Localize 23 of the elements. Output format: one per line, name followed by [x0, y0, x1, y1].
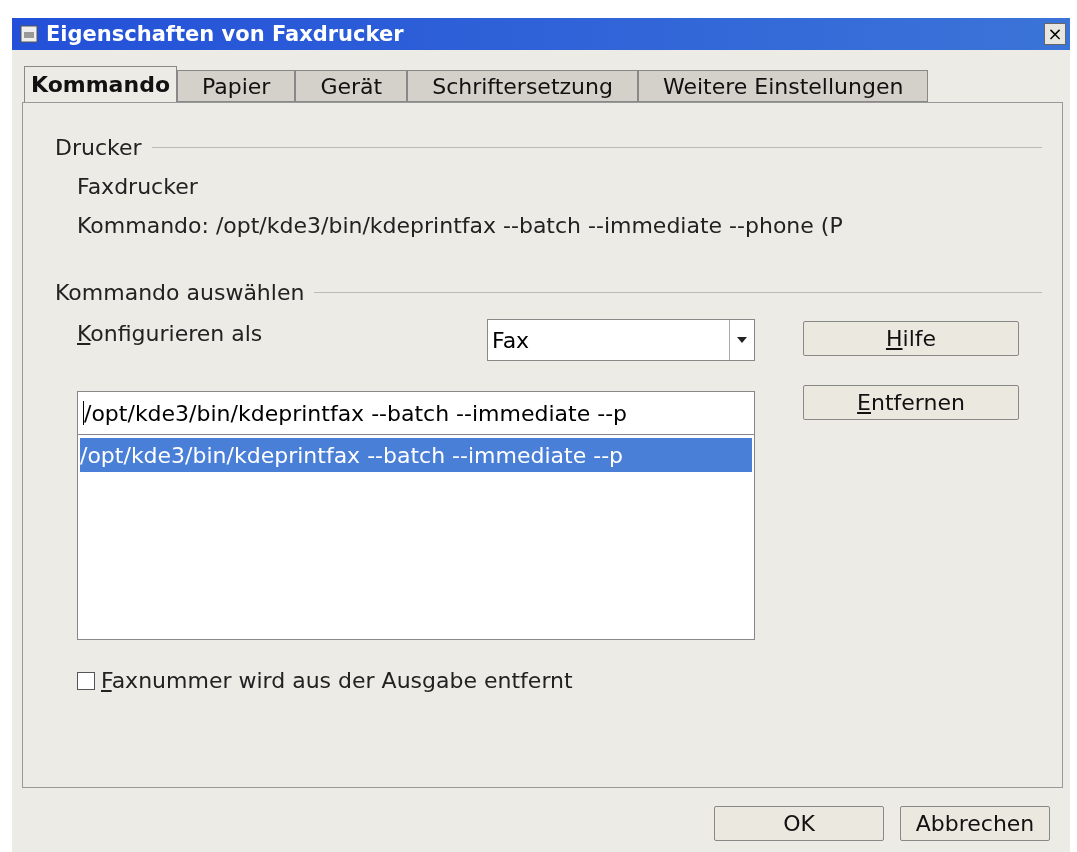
tab[interactable]: Kommando [24, 66, 177, 102]
close-button[interactable]: × [1044, 23, 1066, 45]
help-button[interactable]: Hilfe [803, 321, 1019, 356]
list-item[interactable]: /opt/kde3/bin/kdeprintfax --batch --immediate --p [80, 438, 752, 472]
field-label: Konfigurieren als [77, 321, 263, 346]
tab[interactable]: Papier [177, 70, 296, 102]
window-title: Eigenschaften von Faxdrucker [46, 22, 405, 46]
select-field[interactable]: Fax [487, 319, 755, 361]
tab[interactable]: Weitere Einstellungen [637, 70, 929, 102]
checkbox[interactable] [77, 671, 95, 690]
group-title: Drucker [55, 135, 142, 160]
tab[interactable]: Schriftersetzung [407, 70, 638, 102]
printer-icon [20, 25, 38, 43]
caret-icon [737, 337, 747, 343]
cancel-button[interactable]: Abbrechen [900, 806, 1050, 841]
group-title: Kommando auswählen [55, 280, 305, 305]
command-text: Kommando: /opt/kde3/bin/kdeprintfax --batch --immediate --phone (P [77, 213, 843, 238]
remove-button[interactable]: Entfernen [803, 385, 1019, 420]
command-input[interactable]: /opt/kde3/bin/kdeprintfax --batch --immediate --p [77, 391, 755, 435]
checkbox-label: Faxnummer wird aus der Ausgabe entfernt [101, 668, 573, 693]
ok-button[interactable]: OK [714, 806, 884, 841]
printer-name: Faxdrucker [77, 174, 199, 199]
tab[interactable]: Gerät [295, 70, 408, 102]
